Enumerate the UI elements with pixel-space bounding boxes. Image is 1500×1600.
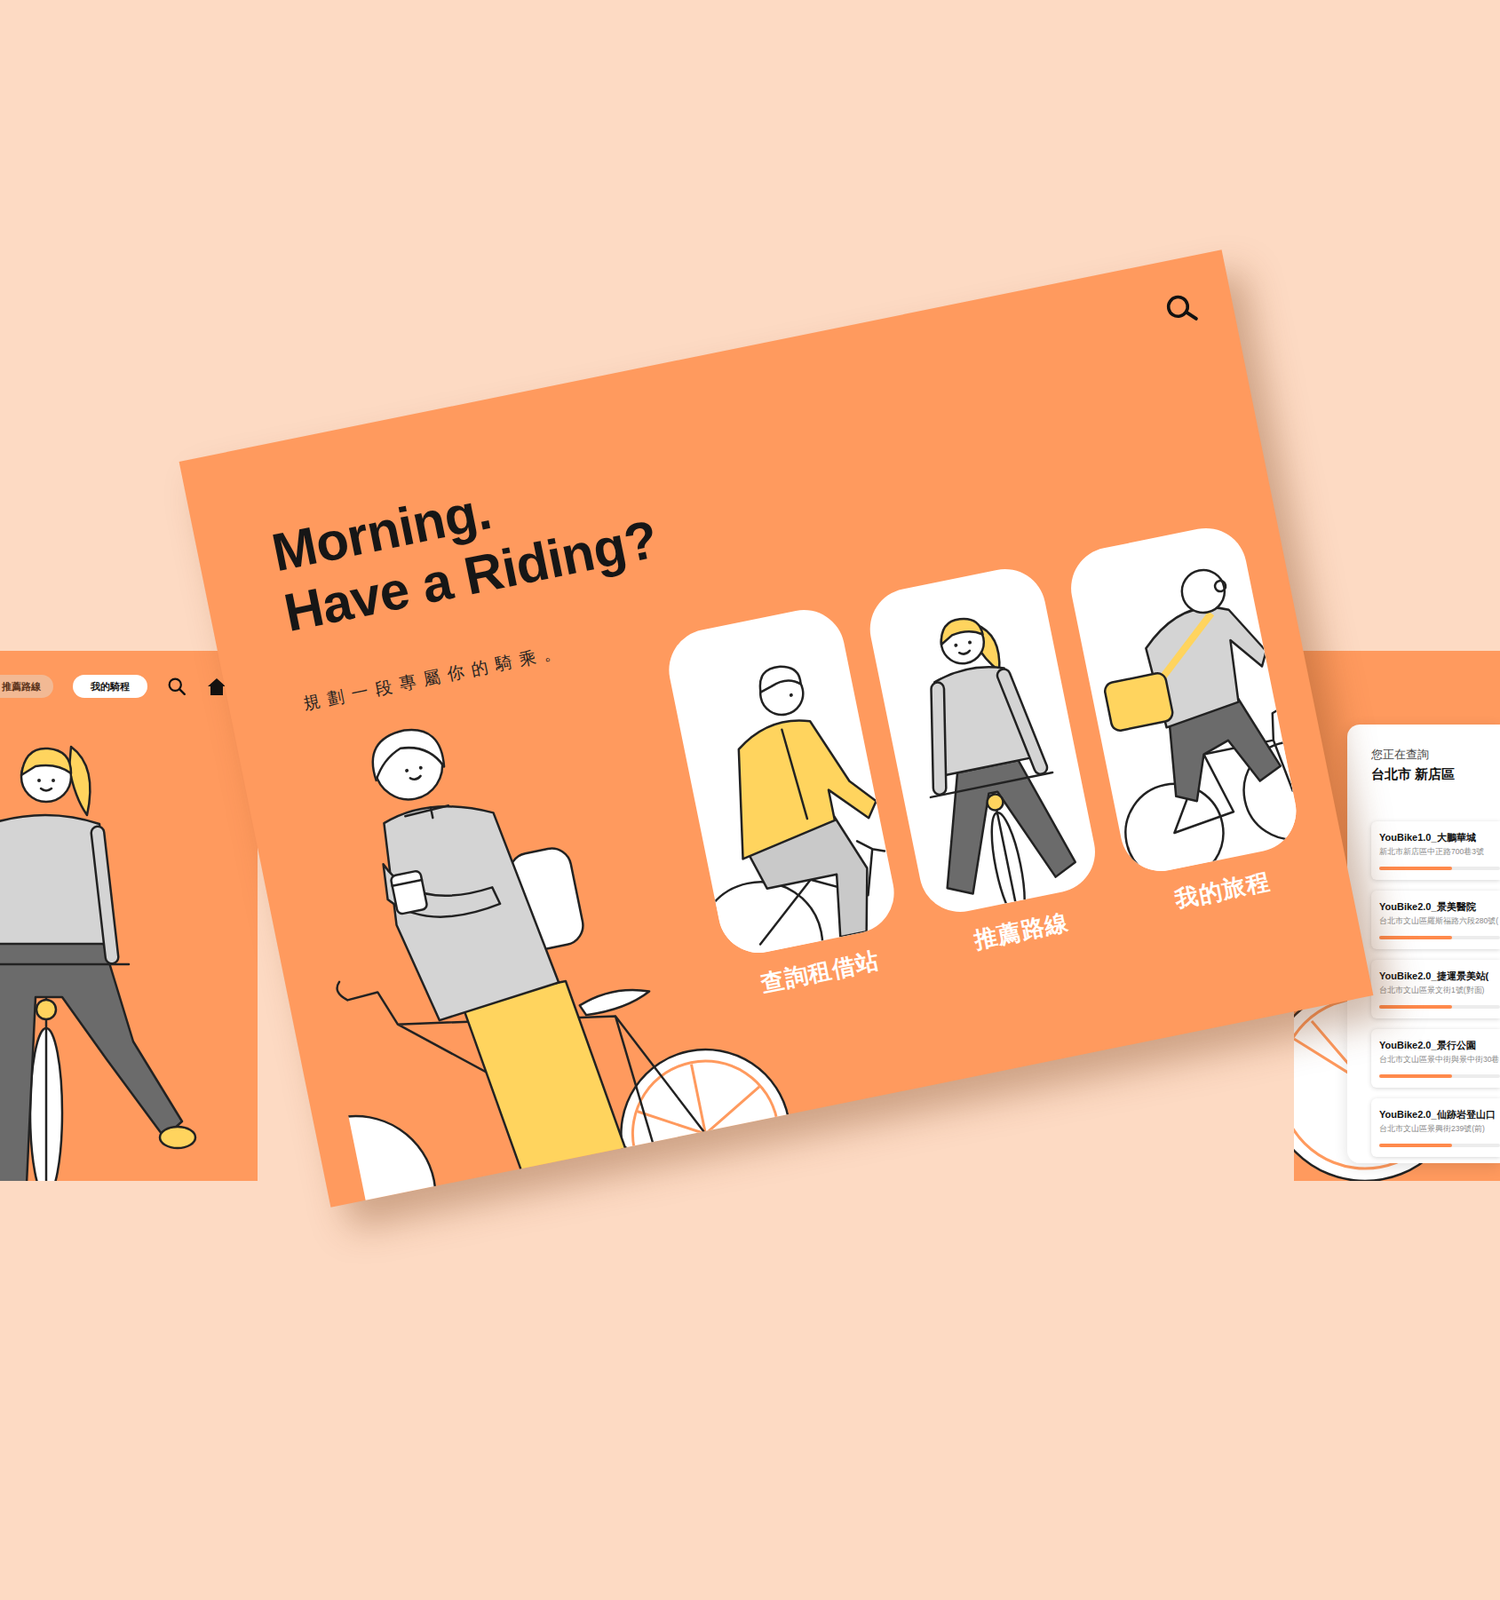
availability-track <box>1379 1143 1500 1148</box>
station-name: YouBike2.0_捷運景美站( <box>1379 969 1500 983</box>
home-content: Morning.Have a Riding?規劃一段專屬你的騎乘。查詢租借站推薦… <box>266 333 1315 1077</box>
station-address: 台北市文山區景中街與景中街30巷 <box>1379 1055 1500 1065</box>
feature-card-image <box>862 562 1103 920</box>
feature-label: 我的旅程 <box>1172 866 1272 914</box>
feature-card[interactable]: 推薦路線 <box>862 562 1112 963</box>
station-list: YouBike1.0_大鵬華城新北市新店區中正路700巷3號 YouBike2.0… <box>1371 821 1500 1158</box>
rider-illustration <box>0 650 258 1182</box>
station-address: 台北市文山區景文街1號(對面) <box>1379 985 1500 996</box>
station-address: 台北市文山區羅斯福路六段280號( <box>1379 916 1500 927</box>
availability-fill <box>1379 1005 1453 1009</box>
station-name: YouBike2.0_仙跡岩登山口 <box>1379 1108 1500 1121</box>
search-icon[interactable] <box>166 676 187 697</box>
home-screen: Morning.Have a Riding?規劃一段專屬你的騎乘。查詢租借站推薦… <box>179 249 1374 1208</box>
station-card[interactable]: YouBike2.0_捷運景美站( 台北市文山區景文街1號(對面) <box>1371 960 1500 1019</box>
subtitle: 規劃一段專屬你的騎乘。 <box>301 626 637 715</box>
availability-track <box>1379 936 1500 940</box>
route-screen: 推薦路線我的騎程 <box>0 650 258 1182</box>
station-panel: 您正在查詢台北市 新店區 YouBike1.0_大鵬華城新北市新店區中正路700巷… <box>1347 724 1500 1164</box>
station-address: 新北市新店區中正路700巷3號 <box>1379 847 1500 858</box>
rider-illustration <box>661 603 902 961</box>
feature-card-image <box>661 603 902 961</box>
query-location: 台北市 新店區 <box>1371 765 1500 784</box>
station-name: YouBike2.0_景美醫院 <box>1379 900 1500 913</box>
availability-fill <box>1379 866 1453 871</box>
station-card[interactable]: YouBike2.0_景行公園台北市文山區景中街與景中街30巷 <box>1371 1029 1500 1088</box>
availability-track <box>1379 1005 1500 1009</box>
search-icon[interactable] <box>1162 289 1200 327</box>
station-card[interactable]: YouBike2.0_仙跡岩登山口台北市文山區景興街239號(前) <box>1371 1098 1500 1158</box>
station-card[interactable]: YouBike1.0_大鵬華城新北市新店區中正路700巷3號 <box>1371 821 1500 881</box>
station-name: YouBike1.0_大鵬華城 <box>1379 831 1500 844</box>
feature-cards: 查詢租借站 推薦路線 我的旅程 <box>661 520 1315 1004</box>
availability-fill <box>1379 1074 1453 1079</box>
feature-label: 推薦路線 <box>971 907 1072 955</box>
headline-line: Morning. <box>266 333 1215 584</box>
nav-pill[interactable]: 推薦路線 <box>0 674 54 699</box>
feature-card[interactable]: 我的旅程 <box>1063 521 1313 922</box>
feature-label: 查詢租借站 <box>758 945 882 998</box>
feature-card-image <box>1063 521 1304 879</box>
rider-illustration <box>862 562 1103 920</box>
query-label: 您正在查詢 <box>1371 747 1500 762</box>
availability-track <box>1379 1074 1500 1079</box>
feature-card[interactable]: 查詢租借站 <box>661 603 911 1004</box>
nav-pill[interactable]: 我的騎程 <box>72 674 148 699</box>
station-address: 台北市文山區景興街239號(前) <box>1379 1124 1500 1135</box>
station-card[interactable]: YouBike2.0_景美醫院台北市文山區羅斯福路六段280號( <box>1371 890 1500 950</box>
availability-fill <box>1379 1143 1453 1148</box>
availability-track <box>1379 866 1500 871</box>
availability-fill <box>1379 936 1453 940</box>
station-name: YouBike2.0_景行公園 <box>1379 1039 1500 1052</box>
rider-illustration <box>1063 521 1304 879</box>
